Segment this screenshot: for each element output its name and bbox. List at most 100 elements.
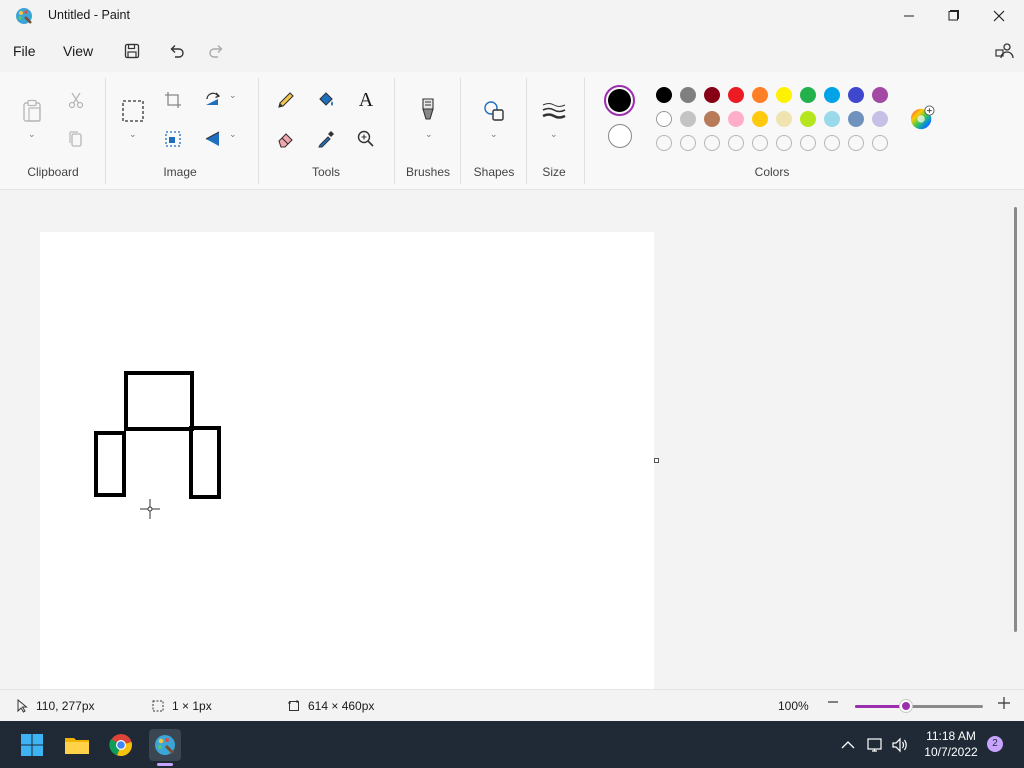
select-rectangle-icon[interactable] xyxy=(120,98,146,124)
line-size-icon[interactable] xyxy=(541,98,567,124)
cut-icon[interactable] xyxy=(63,87,89,113)
flip-icon[interactable] xyxy=(200,126,226,152)
menu-bar: File View xyxy=(0,32,1024,72)
redo-icon[interactable] xyxy=(205,40,227,62)
color-swatch[interactable] xyxy=(776,87,792,103)
empty-color-swatch[interactable] xyxy=(848,135,864,151)
rotate-icon[interactable] xyxy=(200,87,226,113)
color-swatch[interactable] xyxy=(872,111,888,127)
volume-icon[interactable] xyxy=(890,735,910,755)
chevron-down-icon[interactable]: ⌄ xyxy=(229,129,237,140)
color-swatch[interactable] xyxy=(872,87,888,103)
color-swatch[interactable] xyxy=(656,111,672,127)
color-swatch[interactable] xyxy=(680,111,696,127)
color-swatch[interactable] xyxy=(704,111,720,127)
color-swatch[interactable] xyxy=(776,111,792,127)
cursor-position: 110, 277px xyxy=(16,699,95,713)
shapes-icon[interactable] xyxy=(481,98,507,124)
empty-color-swatch[interactable] xyxy=(656,135,672,151)
clock-time: 11:18 AM xyxy=(926,729,976,743)
zoom-out-button[interactable] xyxy=(827,696,839,708)
zoom-slider[interactable] xyxy=(855,700,983,712)
share-icon[interactable] xyxy=(993,40,1015,62)
color-swatch[interactable] xyxy=(800,87,816,103)
shapes-group-label: Shapes xyxy=(473,165,515,179)
zoom-slider-thumb[interactable] xyxy=(900,700,913,712)
text-icon[interactable]: A xyxy=(353,87,379,113)
empty-color-swatch[interactable] xyxy=(824,135,840,151)
empty-color-swatch[interactable] xyxy=(776,135,792,151)
color-picker-icon[interactable] xyxy=(313,126,339,152)
chevron-down-icon[interactable]: ⌄ xyxy=(229,90,237,101)
color-swatch[interactable] xyxy=(656,87,672,103)
pencil-icon[interactable] xyxy=(273,87,299,113)
notification-badge[interactable]: 2 xyxy=(987,736,1003,752)
secondary-color-swatch[interactable] xyxy=(608,124,632,148)
empty-color-swatch[interactable] xyxy=(680,135,696,151)
file-explorer-icon[interactable] xyxy=(61,729,93,761)
brushes-group-label: Brushes xyxy=(405,165,451,179)
fill-bucket-icon[interactable] xyxy=(313,87,339,113)
view-menu[interactable]: View xyxy=(63,43,93,59)
ribbon-divider xyxy=(258,78,259,184)
chrome-icon[interactable] xyxy=(105,729,137,761)
undo-icon[interactable] xyxy=(166,40,188,62)
empty-color-swatch[interactable] xyxy=(872,135,888,151)
zoom-slider-fill xyxy=(855,705,907,708)
color-swatch[interactable] xyxy=(752,111,768,127)
file-menu[interactable]: File xyxy=(13,43,36,59)
eraser-icon[interactable] xyxy=(273,126,299,152)
color-swatch[interactable] xyxy=(680,87,696,103)
system-clock[interactable]: 11:18 AM 10/7/2022 xyxy=(920,728,982,760)
color-swatch[interactable] xyxy=(824,111,840,127)
drawing-canvas[interactable] xyxy=(40,232,654,689)
color-swatch[interactable] xyxy=(704,87,720,103)
chevron-down-icon[interactable]: ⌄ xyxy=(425,129,433,140)
paste-icon[interactable] xyxy=(19,98,45,124)
empty-color-swatch[interactable] xyxy=(728,135,744,151)
maximize-button[interactable] xyxy=(930,0,976,32)
status-bar: 110, 277px 1 × 1px 614 × 460px 100% xyxy=(0,689,1024,721)
magnifier-icon[interactable] xyxy=(353,126,379,152)
ribbon-toolbar: ⌄ Clipboard ⌄ ⌄ ⌄ Image A Tools ⌄ Brushe… xyxy=(0,72,1024,190)
empty-color-swatch[interactable] xyxy=(800,135,816,151)
drawn-rectangle-left xyxy=(94,431,126,497)
colors-group-label: Colors xyxy=(754,165,790,179)
chevron-down-icon[interactable]: ⌄ xyxy=(129,129,137,140)
crop-icon[interactable] xyxy=(160,87,186,113)
save-icon[interactable] xyxy=(121,40,143,62)
color-swatch[interactable] xyxy=(824,87,840,103)
network-icon[interactable] xyxy=(865,735,885,755)
color-swatch[interactable] xyxy=(728,87,744,103)
canvas-size-icon xyxy=(288,700,299,711)
ribbon-divider xyxy=(584,78,585,184)
selection-icon xyxy=(152,700,164,712)
zoom-in-button[interactable] xyxy=(997,696,1011,710)
color-swatch[interactable] xyxy=(848,87,864,103)
edit-colors-icon[interactable] xyxy=(909,105,935,131)
resize-icon[interactable] xyxy=(160,126,186,152)
vertical-scrollbar[interactable] xyxy=(1014,207,1017,632)
chevron-down-icon[interactable]: ⌄ xyxy=(550,129,558,140)
empty-color-swatch[interactable] xyxy=(752,135,768,151)
minimize-button[interactable] xyxy=(886,0,932,32)
chevron-down-icon[interactable]: ⌄ xyxy=(490,129,498,140)
chevron-down-icon[interactable]: ⌄ xyxy=(28,129,36,140)
canvas-resize-handle[interactable] xyxy=(654,458,659,463)
chevron-up-icon[interactable] xyxy=(838,735,858,755)
color-swatch[interactable] xyxy=(800,111,816,127)
color-swatch[interactable] xyxy=(752,87,768,103)
copy-icon[interactable] xyxy=(63,126,89,152)
empty-color-swatch[interactable] xyxy=(704,135,720,151)
primary-color-swatch[interactable] xyxy=(604,85,635,116)
ribbon-divider xyxy=(526,78,527,184)
windows-start-icon[interactable] xyxy=(16,729,48,761)
canvas-workspace xyxy=(0,191,1024,689)
brush-icon[interactable] xyxy=(415,96,441,126)
ribbon-divider xyxy=(460,78,461,184)
close-button[interactable] xyxy=(976,0,1022,32)
zoom-level: 100% xyxy=(778,699,809,713)
paint-icon[interactable] xyxy=(149,729,181,761)
color-swatch[interactable] xyxy=(848,111,864,127)
color-swatch[interactable] xyxy=(728,111,744,127)
